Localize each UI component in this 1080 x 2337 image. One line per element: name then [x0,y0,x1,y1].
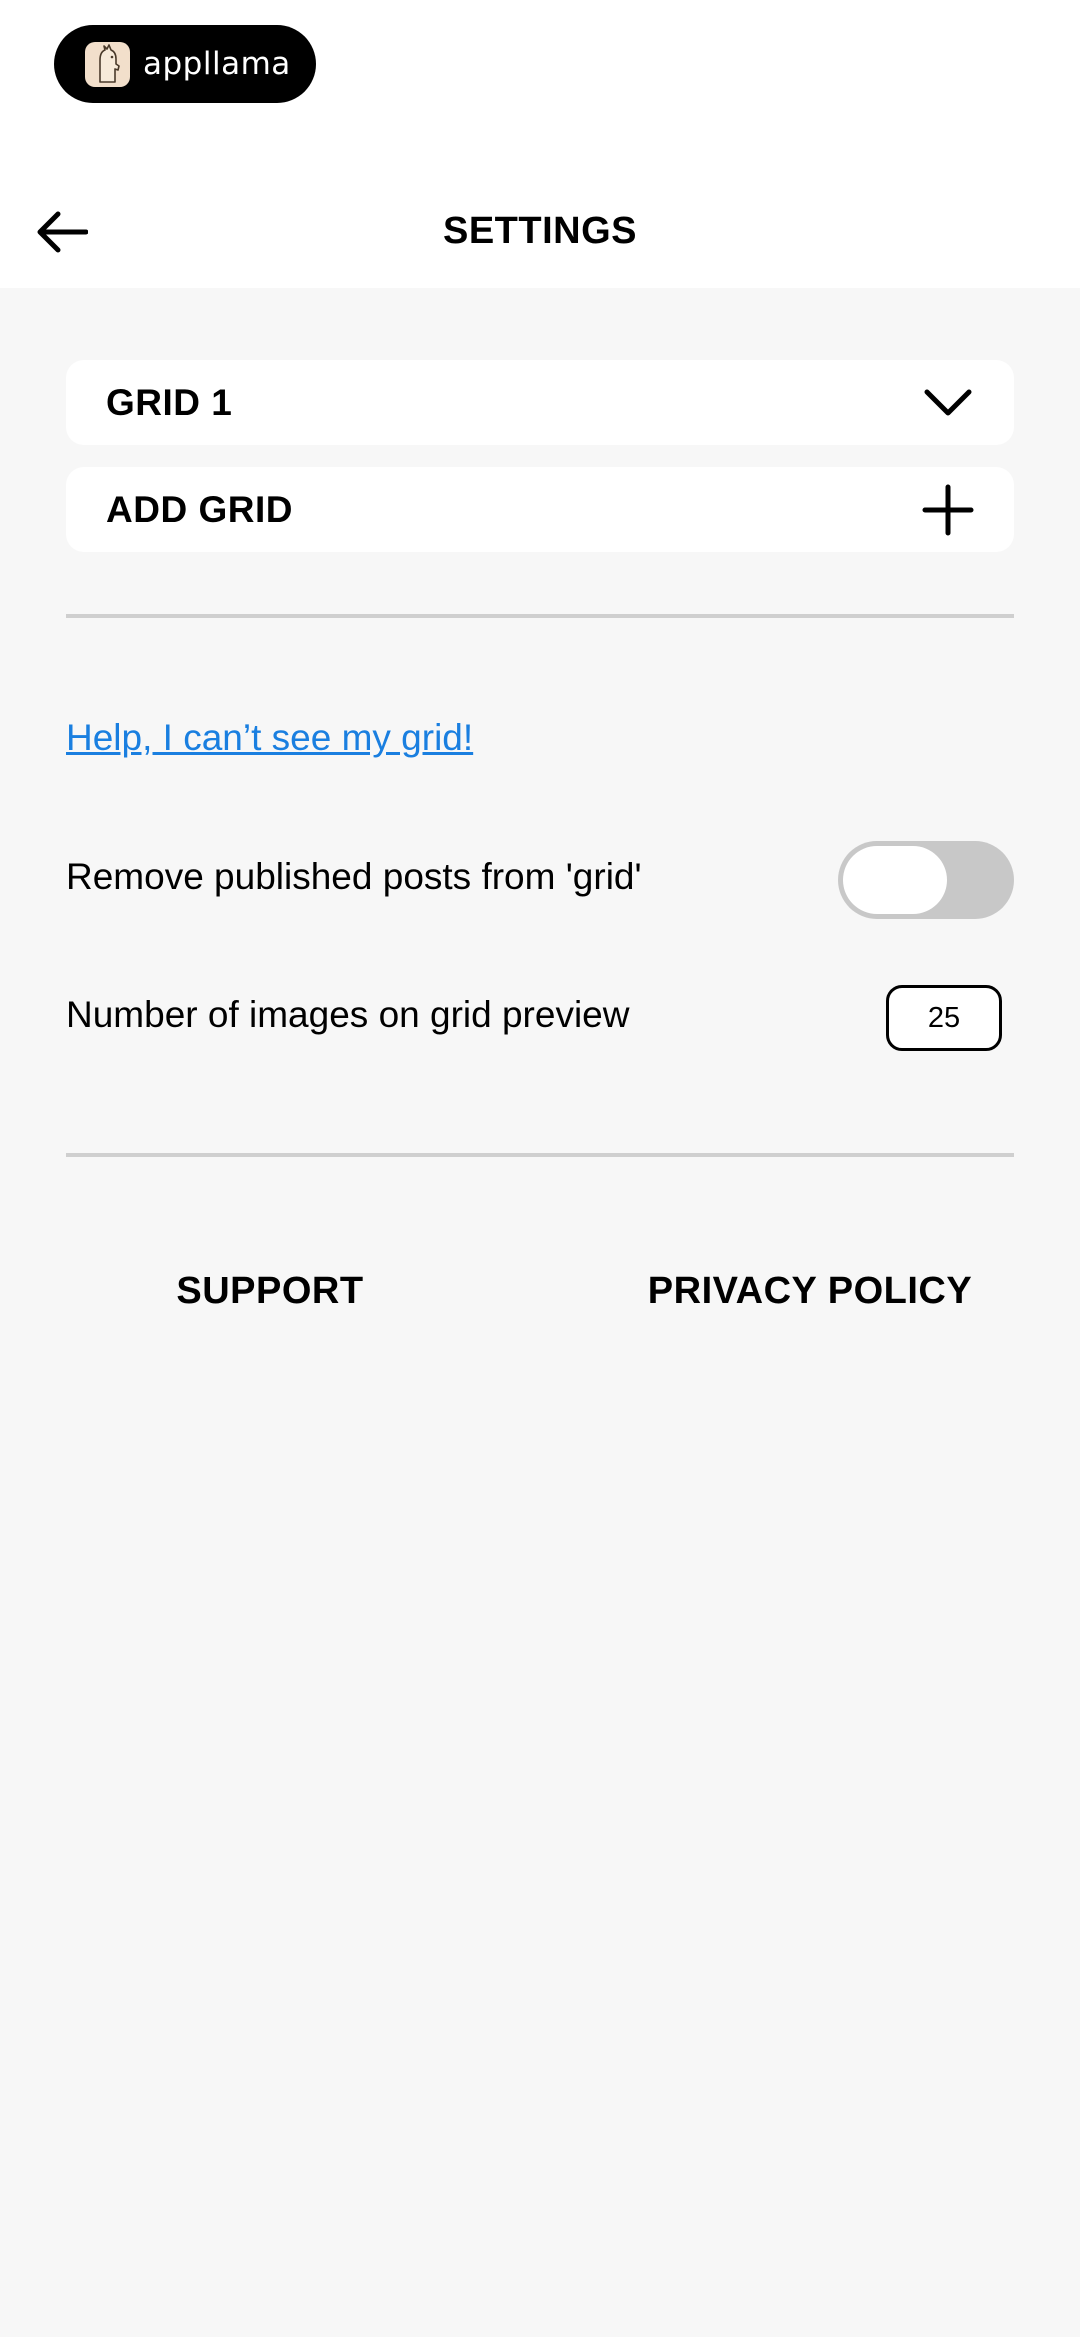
llama-icon [85,41,130,87]
page-title: SETTINGS [442,210,638,252]
image-count-input[interactable]: 25 [886,985,1002,1051]
divider [66,1153,1014,1157]
divider [66,614,1014,618]
plus-icon [920,482,976,538]
help-link[interactable]: Help, I can’t see my grid! [66,717,473,759]
remove-published-toggle[interactable] [838,841,1014,919]
support-link[interactable]: SUPPORT [170,1270,370,1313]
remove-published-label: Remove published posts from 'grid' [66,856,642,897]
toggle-knob [843,846,947,914]
privacy-policy-link[interactable]: PRIVACY POLICY [640,1270,980,1313]
chevron-down-icon [920,375,976,431]
brand-name: appllama [143,46,291,82]
add-grid-label: ADD GRID [106,488,293,530]
add-grid-button[interactable]: ADD GRID [66,467,1014,552]
grid-selector-label: GRID 1 [106,381,233,423]
image-count-label: Number of images on grid preview [66,994,630,1035]
grid-selector[interactable]: GRID 1 [66,360,1014,445]
brand-badge: appllama [54,25,316,103]
